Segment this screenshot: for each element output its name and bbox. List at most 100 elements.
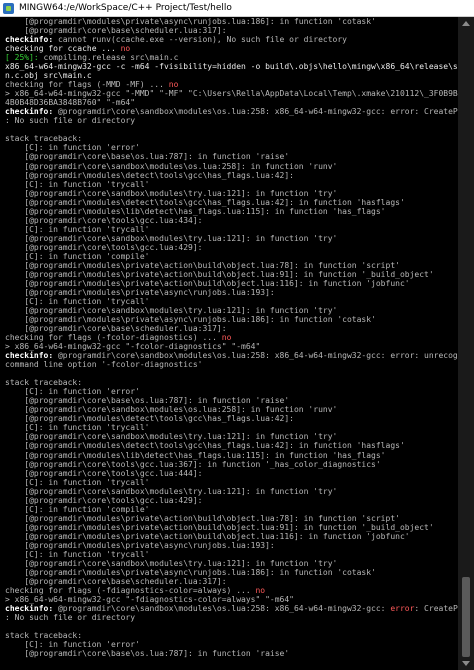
- terminal-text-segment: checkinfo:: [5, 604, 58, 614]
- terminal-text-segment: cannot runv(ccache.exe --version), No su…: [57, 35, 347, 45]
- terminal-text-segment: [@programdir\core\tools\gcc.lua:434]:: [5, 215, 203, 225]
- terminal-line: > x86_64-w64-mingw32-gcc "-fcolor-diagno…: [5, 342, 458, 351]
- scroll-up-icon[interactable]: [462, 21, 470, 26]
- title-bar[interactable]: MINGW64:/e/WorkSpace/C++ Project/Test/he…: [0, 0, 474, 17]
- terminal-line: command line option '-fcolor-diagnostics…: [5, 360, 458, 369]
- terminal-line: [@programdir\core\tools\gcc.lua:429]:: [5, 496, 458, 505]
- terminal-line: [C]: in function 'compile': [5, 252, 458, 261]
- terminal-text-segment: [@programdir\core\base\scheduler.lua:317…: [5, 576, 227, 586]
- terminal-text-segment: no: [168, 80, 179, 90]
- terminal-text-segment: x86_64-w64-mingw32-gcc -c -m64 -fvisibil…: [5, 62, 458, 72]
- terminal-text-segment: checking for flags (-fcolor-diagnostics)…: [5, 333, 222, 343]
- terminal-line: checking for ccache ... no: [5, 44, 458, 53]
- terminal-text-segment: checking for flags (-MMD -MF) ...: [5, 80, 169, 90]
- terminal-line: [@programdir\modules\private\async\runjo…: [5, 315, 458, 324]
- terminal-text-segment: stack traceback:: [5, 378, 83, 388]
- terminal-text-segment: [@programdir\modules\private\action\buil…: [5, 278, 410, 288]
- terminal-text-segment: [@programdir\core\sandbox\modules\os.lua…: [5, 161, 338, 171]
- terminal-line: [@programdir\core\base\os.lua:787]: in f…: [5, 152, 458, 161]
- terminal-line: [@programdir\core\base\scheduler.lua:317…: [5, 577, 458, 586]
- terminal-text-segment: [@programdir\core\tools\gcc.lua:429]:: [5, 495, 203, 505]
- terminal-text-segment: [C]: in function 'error': [5, 640, 140, 650]
- terminal-text-segment: [@programdir\core\base\os.lua:787]: in f…: [5, 649, 290, 659]
- terminal-text-segment: [C]: in function 'trycall': [5, 477, 150, 487]
- vertical-scrollbar[interactable]: [458, 17, 474, 670]
- terminal-text-segment: [C]: in function 'trycall': [5, 296, 150, 306]
- terminal-line: [@programdir\modules\private\async\runjo…: [5, 568, 458, 577]
- terminal-text-segment: checkinfo:: [5, 107, 58, 117]
- terminal-line: [@programdir\modules\detect\tools\gcc\ha…: [5, 414, 458, 423]
- terminal-line: [@programdir\modules\private\action\buil…: [5, 270, 458, 279]
- terminal-text-segment: [@programdir\modules\lib\detect\has_flag…: [5, 206, 386, 216]
- terminal-text-segment: [@programdir\core\sandbox\modules\try.lu…: [5, 486, 338, 496]
- terminal-line: [@programdir\core\sandbox\modules\os.lua…: [5, 405, 458, 414]
- terminal-line: [@programdir\core\tools\gcc.lua:444]:: [5, 469, 458, 478]
- terminal-text-segment: : No such file or directory: [5, 613, 136, 623]
- terminal-text-segment: [C]: in function 'trycall': [5, 549, 150, 559]
- terminal-line: [@programdir\core\sandbox\modules\try.lu…: [5, 189, 458, 198]
- terminal-line: checkinfo: @programdir\core\sandbox\modu…: [5, 604, 458, 613]
- terminal-text-segment: checking for flags (-fdiagnostics-color=…: [5, 585, 256, 595]
- terminal-line: [@programdir\core\base\os.lua:787]: in f…: [5, 396, 458, 405]
- terminal-line: 4B0B48D36BA3848B760" "-m64": [5, 98, 458, 107]
- terminal-line: checkinfo: @programdir\core\sandbox\modu…: [5, 107, 458, 116]
- terminal-text-segment: @programdir\core\sandbox\modules\os.lua:…: [57, 351, 458, 361]
- terminal-line: [@programdir\modules\private\async\runjo…: [5, 541, 458, 550]
- terminal-line: [@programdir\modules\detect\tools\gcc\ha…: [5, 441, 458, 450]
- terminal-line: [@programdir\modules\lib\detect\has_flag…: [5, 451, 458, 460]
- terminal-text-segment: [@programdir\modules\detect\tools\gcc\ha…: [5, 170, 294, 180]
- terminal-line: [C]: in function 'trycall': [5, 478, 458, 487]
- terminal-line: [C]: in function 'compile': [5, 505, 458, 514]
- terminal-line: [C]: in function 'error': [5, 640, 458, 649]
- terminal-text-segment: [@programdir\modules\private\action\buil…: [5, 513, 400, 523]
- terminal-line: [C]: in function 'trycall': [5, 297, 458, 306]
- terminal-text-segment: [C]: in function 'trycall': [5, 423, 150, 433]
- terminal-text-segment: n.c.obj src\main.c: [5, 71, 92, 81]
- terminal-line: [@programdir\core\sandbox\modules\os.lua…: [5, 162, 458, 171]
- terminal-text-segment: [@programdir\core\base\scheduler.lua:317…: [5, 324, 227, 334]
- terminal-line: [@programdir\modules\private\action\buil…: [5, 261, 458, 270]
- terminal-text-segment: [@programdir\core\sandbox\modules\try.lu…: [5, 558, 338, 568]
- terminal-line: [@programdir\core\tools\gcc.lua:429]:: [5, 243, 458, 252]
- terminal-text-segment: compiling.release src\main.c: [43, 53, 179, 63]
- terminal-line: [@programdir\core\sandbox\modules\try.lu…: [5, 432, 458, 441]
- terminal-output[interactable]: [@programdir\modules\private\async\runjo…: [0, 17, 458, 670]
- terminal-line: [@programdir\core\sandbox\modules\try.lu…: [5, 559, 458, 568]
- terminal-text-segment: [@programdir\modules\private\async\runjo…: [5, 567, 376, 577]
- terminal-text-segment: > x86_64-w64-mingw32-gcc "-fdiagnostics-…: [5, 595, 294, 604]
- terminal-text-segment: [@programdir\modules\private\action\buil…: [5, 269, 434, 279]
- terminal-text-segment: [@programdir\modules\private\action\buil…: [5, 522, 434, 532]
- terminal-text-segment: @programdir\core\sandbox\modules\os.lua:…: [57, 604, 391, 614]
- terminal-line: [@programdir\core\base\scheduler.lua:317…: [5, 26, 458, 35]
- terminal-text-segment: [@programdir\modules\private\async\runjo…: [5, 315, 376, 325]
- terminal-line: [C]: in function 'trycall': [5, 423, 458, 432]
- terminal-text-segment: [@programdir\core\base\os.lua:787]: in f…: [5, 396, 290, 406]
- terminal-line: [@programdir\core\tools\gcc.lua:434]:: [5, 216, 458, 225]
- terminal-text-segment: [C]: in function 'error': [5, 387, 140, 397]
- terminal-line: stack traceback:: [5, 134, 458, 143]
- terminal-text-segment: checkinfo:: [5, 35, 58, 45]
- terminal-text-segment: checking for ccache ...: [5, 44, 121, 54]
- terminal-text-segment: : No such file or directory: [5, 116, 136, 126]
- terminal-line: stack traceback:: [5, 631, 458, 640]
- terminal-text-segment: > x86_64-w64-mingw32-gcc "-MMD" "-MF" "C…: [5, 89, 458, 99]
- terminal-text-segment: stack traceback:: [5, 134, 83, 144]
- terminal-line: [ 25%]: compiling.release src\main.c: [5, 53, 458, 62]
- terminal-text-segment: no: [221, 333, 232, 343]
- terminal-text-segment: [@programdir\core\sandbox\modules\os.lua…: [5, 405, 338, 415]
- terminal-window: MINGW64:/e/WorkSpace/C++ Project/Test/he…: [0, 0, 474, 670]
- terminal-line: checkinfo: cannot runv(ccache.exe --vers…: [5, 35, 458, 44]
- terminal-line: [@programdir\modules\private\action\buil…: [5, 514, 458, 523]
- terminal-text-segment: [@programdir\modules\detect\tools\gcc\ha…: [5, 197, 405, 207]
- terminal-text-segment: [@programdir\core\tools\gcc.lua:367]: in…: [5, 459, 381, 469]
- terminal-line: > x86_64-w64-mingw32-gcc "-MMD" "-MF" "C…: [5, 89, 458, 98]
- scrollbar-thumb[interactable]: [462, 577, 470, 657]
- terminal-text-segment: [@programdir\modules\private\async\runjo…: [5, 17, 376, 26]
- terminal-line: > x86_64-w64-mingw32-gcc "-fdiagnostics-…: [5, 595, 458, 604]
- terminal-line: [C]: in function 'trycall': [5, 180, 458, 189]
- terminal-line: checking for flags (-fcolor-diagnostics)…: [5, 333, 458, 342]
- scroll-down-icon[interactable]: [462, 661, 470, 666]
- terminal-text-segment: [@programdir\core\base\scheduler.lua:317…: [5, 26, 227, 36]
- terminal-line: [C]: in function 'trycall': [5, 550, 458, 559]
- terminal-text-segment: 4B0B48D36BA3848B760" "-m64": [5, 98, 136, 108]
